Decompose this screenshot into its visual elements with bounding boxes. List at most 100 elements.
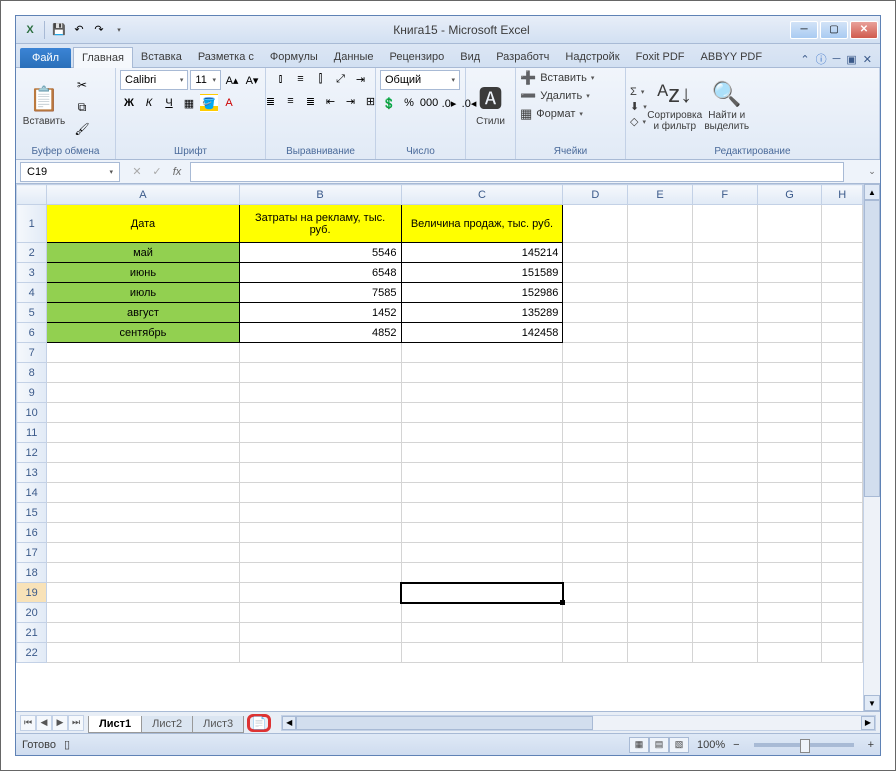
cell[interactable]: [692, 543, 757, 563]
new-sheet-button[interactable]: 📄: [247, 714, 271, 732]
cell[interactable]: 5546: [239, 243, 401, 263]
clear-button[interactable]: ◇ ▾: [630, 115, 647, 128]
cell[interactable]: [239, 463, 401, 483]
row-header[interactable]: 19: [17, 583, 47, 603]
cells-insert-button[interactable]: ➕Вставить ▾: [520, 70, 621, 86]
cell[interactable]: [239, 623, 401, 643]
view-page-break-icon[interactable]: ▧: [669, 737, 689, 753]
cell[interactable]: [757, 363, 822, 383]
decimal-inc-icon[interactable]: .0▸: [440, 94, 458, 112]
currency-icon[interactable]: 💲: [380, 94, 398, 112]
cell[interactable]: [628, 343, 693, 363]
cell[interactable]: [628, 463, 693, 483]
view-normal-icon[interactable]: ▦: [629, 737, 649, 753]
cell[interactable]: 6548: [239, 263, 401, 283]
cell[interactable]: май: [47, 243, 239, 263]
cell[interactable]: [628, 243, 693, 263]
cell[interactable]: [47, 643, 239, 663]
cell[interactable]: [692, 443, 757, 463]
cell[interactable]: [692, 583, 757, 603]
tab-данные[interactable]: Данные: [326, 47, 382, 67]
row-header[interactable]: 22: [17, 643, 47, 663]
tab-надстройк[interactable]: Надстройк: [557, 47, 627, 67]
cell[interactable]: [628, 363, 693, 383]
align-middle-icon[interactable]: ≡: [292, 70, 310, 88]
bold-button[interactable]: Ж: [120, 94, 138, 112]
cell[interactable]: [692, 483, 757, 503]
cell[interactable]: [692, 283, 757, 303]
cell[interactable]: [692, 623, 757, 643]
cell[interactable]: [239, 403, 401, 423]
redo-icon[interactable]: ↷: [91, 22, 107, 38]
sheet-nav-prev-icon[interactable]: ◀: [36, 715, 52, 731]
cell[interactable]: [757, 423, 822, 443]
cell[interactable]: [401, 463, 563, 483]
cell[interactable]: [757, 323, 822, 343]
scroll-up-icon[interactable]: ▲: [864, 184, 880, 200]
cell[interactable]: 1452: [239, 303, 401, 323]
cell[interactable]: [239, 483, 401, 503]
name-box[interactable]: C19▾: [20, 162, 120, 182]
cell[interactable]: [563, 343, 628, 363]
cell[interactable]: [757, 563, 822, 583]
cell[interactable]: [692, 243, 757, 263]
row-header[interactable]: 5: [17, 303, 47, 323]
tab-вид[interactable]: Вид: [452, 47, 488, 67]
doc-restore-icon[interactable]: ▣: [846, 53, 856, 66]
horizontal-scrollbar[interactable]: ◀ ▶: [281, 715, 876, 731]
cell[interactable]: [401, 483, 563, 503]
cell[interactable]: [563, 523, 628, 543]
cell[interactable]: 151589: [401, 263, 563, 283]
cell[interactable]: [628, 383, 693, 403]
row-header[interactable]: 20: [17, 603, 47, 623]
cell[interactable]: [822, 563, 863, 583]
cell[interactable]: [401, 563, 563, 583]
col-header-D[interactable]: D: [563, 185, 628, 205]
cell[interactable]: [401, 423, 563, 443]
tab-вставка[interactable]: Вставка: [133, 47, 190, 67]
fx-cancel-icon[interactable]: ✕: [128, 163, 146, 181]
cell[interactable]: июль: [47, 283, 239, 303]
cell[interactable]: [822, 443, 863, 463]
tab-рецензиро[interactable]: Рецензиро: [382, 47, 453, 67]
sheet-nav-next-icon[interactable]: ▶: [52, 715, 68, 731]
cell[interactable]: [757, 283, 822, 303]
cell[interactable]: [628, 283, 693, 303]
cell[interactable]: [563, 383, 628, 403]
cell[interactable]: [822, 343, 863, 363]
col-header-E[interactable]: E: [628, 185, 693, 205]
cell[interactable]: [822, 603, 863, 623]
tab-разработч[interactable]: Разработч: [488, 47, 557, 67]
row-header[interactable]: 9: [17, 383, 47, 403]
cell[interactable]: [563, 263, 628, 283]
cell[interactable]: [822, 323, 863, 343]
cell[interactable]: [822, 383, 863, 403]
cell[interactable]: [822, 243, 863, 263]
col-header-F[interactable]: F: [692, 185, 757, 205]
cell[interactable]: [563, 563, 628, 583]
scroll-right-icon[interactable]: ▶: [861, 716, 875, 730]
cell[interactable]: [401, 383, 563, 403]
cell[interactable]: [692, 503, 757, 523]
cell[interactable]: [692, 423, 757, 443]
row-header[interactable]: 2: [17, 243, 47, 263]
cell[interactable]: [401, 363, 563, 383]
cell[interactable]: [47, 403, 239, 423]
cell[interactable]: [628, 443, 693, 463]
cell[interactable]: [239, 643, 401, 663]
cell[interactable]: 7585: [239, 283, 401, 303]
cell[interactable]: Величина продаж, тыс. руб.: [401, 205, 563, 243]
cell[interactable]: [692, 383, 757, 403]
cell[interactable]: [563, 323, 628, 343]
cell[interactable]: [47, 383, 239, 403]
indent-dec-icon[interactable]: ⇤: [322, 92, 340, 110]
cell[interactable]: [757, 403, 822, 423]
select-all-corner[interactable]: [17, 185, 47, 205]
zoom-out-button[interactable]: −: [733, 739, 739, 751]
row-header[interactable]: 15: [17, 503, 47, 523]
cell[interactable]: [239, 563, 401, 583]
cell[interactable]: 135289: [401, 303, 563, 323]
font-shrink-icon[interactable]: A▾: [243, 71, 261, 89]
styles-button[interactable]: 🅰 Стили: [470, 74, 511, 140]
cell[interactable]: [239, 343, 401, 363]
